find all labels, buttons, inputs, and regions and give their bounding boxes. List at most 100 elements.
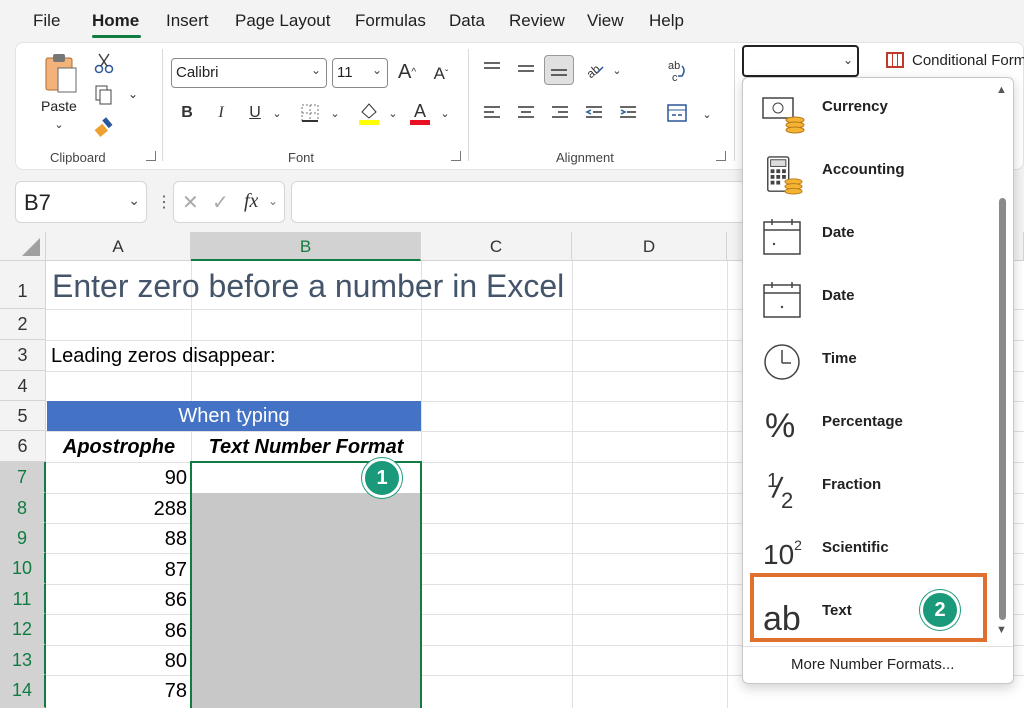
row-header-3[interactable]: 3 [0, 340, 46, 371]
row-header-9[interactable]: 9 [0, 523, 46, 553]
increase-font-size-button[interactable]: A ^ [394, 58, 420, 86]
borders-button[interactable] [298, 101, 322, 125]
merged-banner-cell[interactable]: When typing [47, 401, 421, 431]
align-right-button[interactable] [548, 101, 572, 125]
row-header-2[interactable]: 2 [0, 309, 46, 340]
wrap-text-button[interactable]: ab c [664, 57, 690, 85]
conditional-formatting-button[interactable]: Conditional Form [912, 52, 1024, 69]
cell-a14[interactable]: 78 [47, 680, 187, 703]
tab-review[interactable]: Review [509, 11, 565, 31]
header-apostrophe-cell[interactable]: Apostrophe [47, 436, 191, 459]
font-launcher-icon[interactable] [451, 151, 461, 161]
paste-button[interactable] [40, 51, 80, 95]
cell-a12[interactable]: 86 [47, 620, 187, 643]
align-top-button[interactable] [480, 57, 504, 81]
merge-chevron-down-icon[interactable]: ⌄ [700, 105, 714, 123]
clipboard-launcher-icon[interactable] [146, 151, 156, 161]
increase-indent-button[interactable] [616, 101, 640, 125]
tab-page-layout[interactable]: Page Layout [235, 11, 330, 31]
select-all-button[interactable] [0, 232, 46, 261]
format-option-fraction[interactable]: 1 / 2 Fraction [743, 464, 993, 527]
more-number-formats-link[interactable]: More Number Formats... [791, 656, 954, 673]
column-header-b[interactable]: B [191, 232, 421, 261]
format-option-accounting[interactable]: Accounting [743, 149, 993, 212]
orientation-chevron-down-icon[interactable]: ⌄ [610, 61, 624, 79]
fill-color-button[interactable] [356, 99, 382, 127]
formula-input[interactable] [291, 181, 751, 223]
sheet-title-cell[interactable]: Enter zero before a number in Excel [52, 268, 564, 305]
orientation-button[interactable]: ab [582, 57, 606, 81]
tab-insert[interactable]: Insert [166, 11, 209, 31]
header-text-number-format-cell[interactable]: Text Number Format [191, 436, 421, 459]
align-bottom-button[interactable] [544, 55, 574, 85]
row-header-6[interactable]: 6 [0, 431, 46, 462]
row-header-14[interactable]: 14 [0, 675, 46, 708]
name-box[interactable]: B7 ⌄ [15, 181, 147, 223]
dropdown-scrollbar-thumb[interactable] [999, 198, 1006, 620]
copy-button[interactable] [92, 83, 116, 107]
tab-formulas[interactable]: Formulas [355, 11, 426, 31]
paste-chevron-down-icon[interactable]: ⌄ [52, 117, 66, 131]
copy-chevron-down-icon[interactable]: ⌄ [126, 87, 140, 101]
borders-chevron-down-icon[interactable]: ⌄ [328, 103, 342, 123]
cut-button[interactable] [92, 51, 116, 75]
format-painter-button[interactable] [92, 115, 116, 139]
tab-data[interactable]: Data [449, 11, 485, 31]
format-option-percentage[interactable]: % Percentage [743, 401, 993, 464]
format-option-currency[interactable]: Currency [743, 86, 993, 149]
row-header-11[interactable]: 11 [0, 584, 46, 614]
column-header-a[interactable]: A [46, 232, 191, 261]
row-header-4[interactable]: 4 [0, 371, 46, 401]
row-header-5[interactable]: 5 [0, 401, 46, 431]
column-header-d[interactable]: D [572, 232, 727, 261]
tab-home[interactable]: Home [92, 11, 139, 31]
underline-button[interactable]: U [244, 101, 266, 125]
cell-a9[interactable]: 88 [47, 528, 187, 551]
cancel-icon[interactable]: ✕ [182, 190, 199, 215]
cell-a13[interactable]: 80 [47, 650, 187, 673]
enter-check-icon[interactable]: ✓ [212, 190, 229, 215]
decrease-indent-button[interactable] [582, 101, 606, 125]
cell-a8[interactable]: 288 [47, 498, 187, 521]
merge-center-button[interactable] [664, 101, 690, 125]
insert-function-button[interactable]: fx [244, 190, 258, 213]
more-options-icon[interactable]: ⋮ [156, 192, 172, 212]
format-option-short-date[interactable]: Date [743, 212, 993, 275]
format-option-time[interactable]: Time [743, 338, 993, 401]
font-color-button[interactable]: A [408, 99, 432, 127]
decrease-font-size-button[interactable]: Aˇ [428, 60, 454, 88]
row-header-8[interactable]: 8 [0, 493, 46, 523]
cell-a11[interactable]: 86 [47, 589, 187, 612]
alignment-launcher-icon[interactable] [716, 151, 726, 161]
scroll-up-arrow-icon[interactable]: ▲ [996, 84, 1007, 96]
cell-a3[interactable]: Leading zeros disappear: [51, 345, 276, 368]
increase-indent-icon [620, 106, 636, 118]
column-header-c[interactable]: C [421, 232, 572, 261]
align-middle-button[interactable] [514, 57, 538, 81]
cell-a7[interactable]: 90 [47, 467, 187, 490]
number-format-select[interactable]: ⌄ [742, 45, 859, 77]
bold-button[interactable]: B [176, 101, 198, 125]
selected-range-border[interactable] [190, 461, 422, 708]
tab-help[interactable]: Help [649, 11, 684, 31]
scroll-down-arrow-icon[interactable]: ▼ [996, 624, 1007, 636]
font-color-chevron-down-icon[interactable]: ⌄ [438, 103, 452, 123]
cell-a10[interactable]: 87 [47, 559, 187, 582]
fill-color-chevron-down-icon[interactable]: ⌄ [386, 103, 400, 123]
align-center-button[interactable] [514, 101, 538, 125]
format-option-long-date[interactable]: Date [743, 275, 993, 338]
italic-button[interactable]: I [210, 101, 232, 125]
underline-chevron-down-icon[interactable]: ⌄ [270, 103, 284, 123]
step-badge-2: 2 [920, 590, 960, 630]
align-left-button[interactable] [480, 101, 504, 125]
tab-file[interactable]: File [33, 11, 60, 31]
row-header-1[interactable]: 1 [0, 261, 46, 309]
row-header-13[interactable]: 13 [0, 645, 46, 675]
row-header-10[interactable]: 10 [0, 553, 46, 584]
long-date-icon [763, 282, 801, 318]
row-header-7[interactable]: 7 [0, 462, 46, 493]
tab-view[interactable]: View [587, 11, 624, 31]
row-header-12[interactable]: 12 [0, 614, 46, 645]
font-size-select[interactable]: 11 ⌄ [332, 58, 388, 88]
font-family-select[interactable]: Calibri ⌄ [171, 58, 327, 88]
